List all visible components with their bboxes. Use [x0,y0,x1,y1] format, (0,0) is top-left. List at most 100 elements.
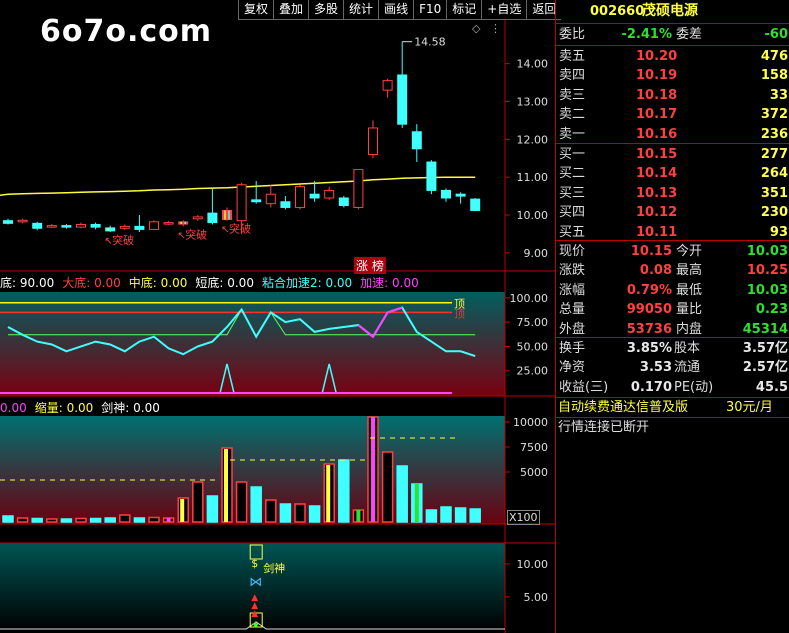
volume-bar-body [265,499,277,523]
toolbar-button-5[interactable]: F10 [413,0,447,20]
fin-label: 收益(三) [559,379,609,395]
stat-label: 最高 [676,263,703,279]
volume-bar[interactable] [2,515,14,523]
volume-bar[interactable] [46,518,58,523]
volume-bar[interactable] [425,509,438,523]
candle[interactable] [441,188,451,202]
volume-bar[interactable] [206,495,219,523]
volume-bar[interactable] [440,506,452,523]
volume-bar[interactable] [279,503,292,523]
candle[interactable] [207,188,218,225]
volume-bar[interactable] [235,481,248,523]
candle[interactable] [455,192,466,204]
badge-zhangbang[interactable]: 涨 榜 [354,257,386,274]
toolbar-button-7[interactable]: +自选 [481,0,527,20]
candle-body [411,131,422,150]
candle[interactable] [46,224,57,228]
asks-price: 10.17 [636,107,678,123]
candle[interactable] [251,180,262,204]
candle[interactable] [295,184,305,210]
candle[interactable] [324,186,335,200]
volume-bar[interactable] [60,518,73,523]
volume-bar[interactable] [75,517,87,523]
candle[interactable] [368,120,378,159]
legend-item: 粘合加速2: 0.00 [261,276,353,290]
candle[interactable] [353,169,364,210]
candle[interactable] [280,196,291,210]
candle[interactable] [338,196,349,208]
volume-bar[interactable] [294,503,306,523]
corner-diamond-icon[interactable]: ◇ [472,22,480,35]
candle[interactable] [149,220,159,231]
volume-bar[interactable] [250,486,262,523]
candle[interactable] [411,124,422,163]
corner-dots-icon[interactable]: ⋮ [490,22,501,35]
candle[interactable] [61,224,72,229]
toolbar-button-2[interactable]: 多股 [308,0,344,20]
candle[interactable] [192,215,203,221]
volume-bar[interactable] [338,459,350,523]
bids-row: 买一 10.15 277 [556,145,789,164]
toolbar-button-6[interactable]: 标记 [446,0,482,20]
asks-price: 10.19 [636,68,678,84]
volume-bar[interactable] [162,517,175,523]
volume-bar[interactable] [454,507,467,523]
volume-bar[interactable] [396,465,408,523]
volume-bar[interactable] [192,481,204,523]
volume-bar[interactable] [411,483,423,523]
bids-row: 买五 10.11 93 [556,223,789,242]
butterfly-icon: ⋈ [249,575,262,590]
candle[interactable] [32,221,43,231]
volume-bar[interactable] [381,451,394,523]
promo-price[interactable]: 30元/月 [726,398,773,417]
candle[interactable] [382,78,393,98]
volume-bar[interactable] [367,416,379,523]
volume-bar[interactable] [31,517,43,523]
candle[interactable] [134,215,145,233]
candle[interactable] [17,218,28,224]
volume-bar[interactable] [308,505,321,523]
volume-bar[interactable] [16,517,29,523]
toolbar-button-0[interactable]: 复权 [238,0,274,20]
volume-bar[interactable] [265,499,277,523]
candle[interactable] [119,224,130,231]
volume-bar[interactable] [221,447,233,523]
promo-row[interactable]: 自动续费通达信普及版 30元/月 [556,398,789,417]
asks-label: 卖二 [559,107,586,123]
candle[interactable] [397,41,408,128]
candle[interactable] [178,220,189,227]
weicha-label: 委差 [676,27,703,42]
candle[interactable] [76,222,86,229]
volume-bar-body [75,517,87,523]
stat-value: 45314 [742,321,788,337]
volume-bar[interactable] [469,508,481,523]
candle-body [149,221,159,230]
candle[interactable] [222,207,232,221]
toolbar-button-4[interactable]: 画线 [378,0,414,20]
candle[interactable] [470,197,481,212]
toolbar-button-1[interactable]: 叠加 [273,0,309,20]
volume-bar[interactable] [177,497,189,523]
volume-bar-body [294,503,306,523]
volume-bar[interactable] [148,516,160,523]
volume-bar[interactable] [104,517,116,523]
candle[interactable] [3,218,13,225]
candle[interactable] [265,184,276,208]
kline-chart-area[interactable]: 14.00 13.00 12.00 11.00 10.00 9.00 100.00 75.00… [0,0,555,633]
volume-bar[interactable] [119,514,131,523]
volume-bar[interactable] [352,509,365,523]
candle[interactable] [426,160,437,195]
candle-body [207,212,218,224]
promo-text[interactable]: 自动续费通达信普及版 [558,398,688,417]
y-tick-label: 11.00 [517,171,549,184]
candle[interactable] [163,221,174,225]
y-tick-label: 9.00 [524,247,549,260]
bids-volume: 230 [760,205,788,221]
bids-label: 买五 [559,224,586,240]
candle[interactable] [90,222,101,230]
toolbar-button-3[interactable]: 统计 [343,0,379,20]
volume-bar[interactable] [323,463,335,523]
volume-bar[interactable] [133,517,146,523]
candle[interactable] [105,225,116,233]
volume-bar[interactable] [89,517,102,523]
